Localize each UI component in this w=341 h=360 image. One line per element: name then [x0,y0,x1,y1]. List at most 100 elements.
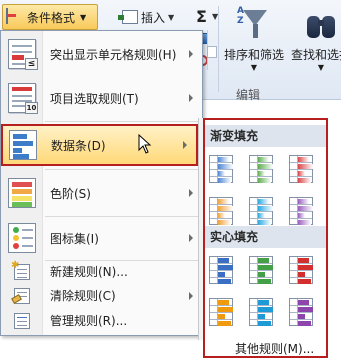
menu-item-top-bottom-rules[interactable]: 10 项目选取规则(T) [2,77,202,119]
solid-fill-swatch-3[interactable] [289,256,313,284]
gradient-fill-grid [209,155,323,225]
data-bar [298,265,313,270]
data-bar [218,171,225,176]
data-bar [218,220,231,225]
submenu-arrow-icon [189,189,193,197]
data-bar [298,307,313,312]
solid-fill-swatch-5[interactable] [249,298,273,326]
data-bar [218,307,233,312]
data-bar [258,314,265,319]
clear-rules-icon [11,287,30,304]
group-divider [218,6,219,92]
data-bar [258,213,265,218]
menu-item-icon-sets[interactable]: 图标集(I) [2,217,202,259]
icon-sets-icon [8,223,36,253]
submenu-arrow-icon [189,50,193,58]
data-bar [218,258,229,263]
data-bar [298,272,305,277]
data-bar [218,321,231,326]
gradient-fill-swatch-6[interactable] [289,197,313,225]
editing-group-label: 编辑 [236,88,261,102]
solid-fill-header: 实心填充 [205,226,326,248]
data-bars-gallery: 渐变填充 实心填充 其他规则(M)... [203,118,328,358]
data-bar [298,164,313,169]
insert-cells-icon [118,10,138,24]
menu-item-label: 管理规则(R)... [50,314,128,328]
solid-fill-swatch-6[interactable] [289,298,313,326]
data-bars-icon [9,130,37,160]
data-bar [258,258,269,263]
gradient-fill-swatch-5[interactable] [249,197,273,225]
data-bar [218,178,231,183]
data-bar [258,265,273,270]
sort-filter-label: 排序和筛选 [223,48,284,62]
gradient-fill-swatch-4[interactable] [209,197,233,225]
menu-item-label: 新建规则(N)... [50,265,128,279]
menu-item-color-scales[interactable]: 色阶(S) [2,172,202,214]
data-bar [218,314,225,319]
more-rules-item[interactable]: 其他规则(M)... [205,339,326,359]
data-bar [218,164,233,169]
data-bar [298,258,309,263]
gradient-fill-swatch-1[interactable] [209,155,233,183]
menu-item-label: 突出显示单元格规则(H) [50,47,177,62]
menu-item-label: 图标集(I) [50,231,99,246]
conditional-format-icon [6,8,24,25]
format-cells-icon[interactable] [207,46,217,58]
submenu-arrow-icon [189,94,193,102]
solid-fill-swatch-2[interactable] [249,256,273,284]
menu-item-label: 数据条(D) [51,138,106,153]
data-bar [258,220,271,225]
sigma-icon: Σ [196,6,207,26]
data-bar [298,178,311,183]
data-bar [298,157,309,162]
menu-item-label: 项目选取规则(T) [50,91,139,106]
menu-item-data-bars[interactable]: 数据条(D) [1,124,198,166]
data-bar [218,199,229,204]
gradient-fill-swatch-2[interactable] [249,155,273,183]
data-bar [258,300,269,305]
binoculars-icon [304,6,338,44]
submenu-arrow-icon [189,291,193,300]
conditional-format-menu: ≤ 突出显示单元格规则(H) 10 项目选取规则(T) 数据条(D) 色阶(S)… [0,30,203,336]
sort-filter-button[interactable]: AZ 排序和筛选 ▼ [222,4,286,74]
menu-item-highlight-cells-rules[interactable]: ≤ 突出显示单元格规则(H) [2,33,202,75]
gradient-fill-swatch-3[interactable] [289,155,313,183]
data-bar [218,265,233,270]
menu-item-manage-rules[interactable]: 管理规则(R)... [2,309,202,332]
chevron-down-icon: ▼ [317,63,325,72]
sort-filter-icon: AZ [237,6,271,44]
new-rule-icon: ✱ [11,260,30,280]
menu-divider [45,121,201,122]
data-bar [258,157,269,162]
chevron-down-icon: ▼ [168,12,175,22]
menu-item-clear-rules[interactable]: 清除规则(C) [2,284,202,307]
mouse-cursor-icon [138,134,152,154]
data-bar [218,206,233,211]
solid-fill-swatch-4[interactable] [209,298,233,326]
data-bar [298,220,311,225]
menu-item-label: 色阶(S) [50,186,91,201]
data-bar [258,279,271,284]
submenu-arrow-icon [183,141,187,149]
data-bar [218,272,225,277]
menu-item-new-rule[interactable]: ✱ 新建规则(N)... [2,260,202,283]
data-bar [258,307,273,312]
conditional-format-button[interactable]: 条件格式 ▼ [2,4,98,30]
data-bar [298,279,311,284]
data-bar [298,199,309,204]
find-select-button[interactable]: 查找和选择 ▼ [286,4,341,74]
chevron-down-icon: ▼ [250,63,258,72]
insert-button[interactable]: 插入 ▼ [118,8,175,26]
more-rules-label: 其他规则(M)... [235,342,315,356]
menu-divider [45,169,201,170]
solid-fill-swatch-1[interactable] [209,256,233,284]
data-bar [258,199,269,204]
autosum-button[interactable]: Σ ▼ [196,6,218,26]
data-bar [218,157,229,162]
data-bar [218,279,231,284]
solid-fill-grid [209,256,323,326]
insert-label: 插入 [141,10,166,25]
color-scales-icon [8,178,36,208]
data-bar [298,321,311,326]
